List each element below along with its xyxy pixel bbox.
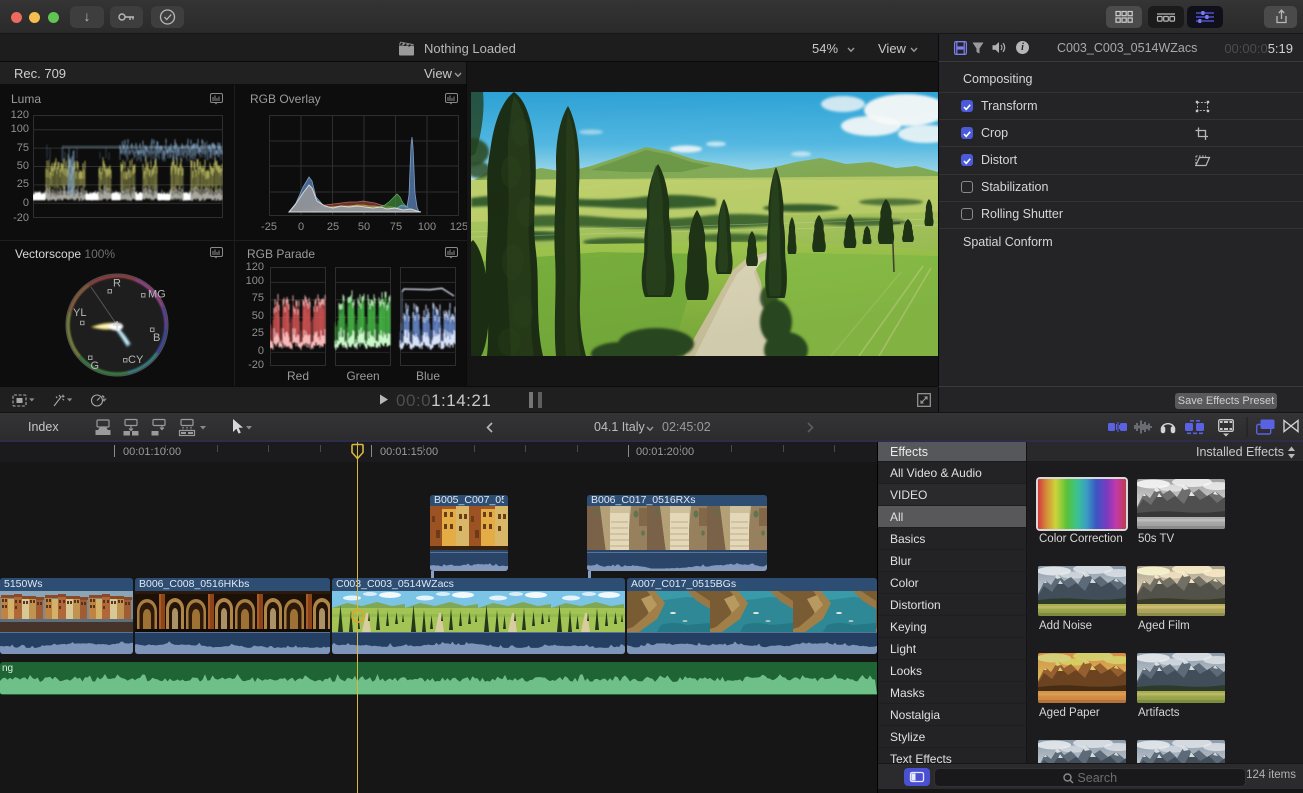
svg-text:CY: CY [128,354,144,366]
svg-text:YL: YL [73,307,86,319]
svg-text:MG: MG [148,289,166,301]
svg-text:B: B [153,332,160,344]
svg-text:R: R [113,278,121,290]
svg-text:G: G [91,360,100,372]
